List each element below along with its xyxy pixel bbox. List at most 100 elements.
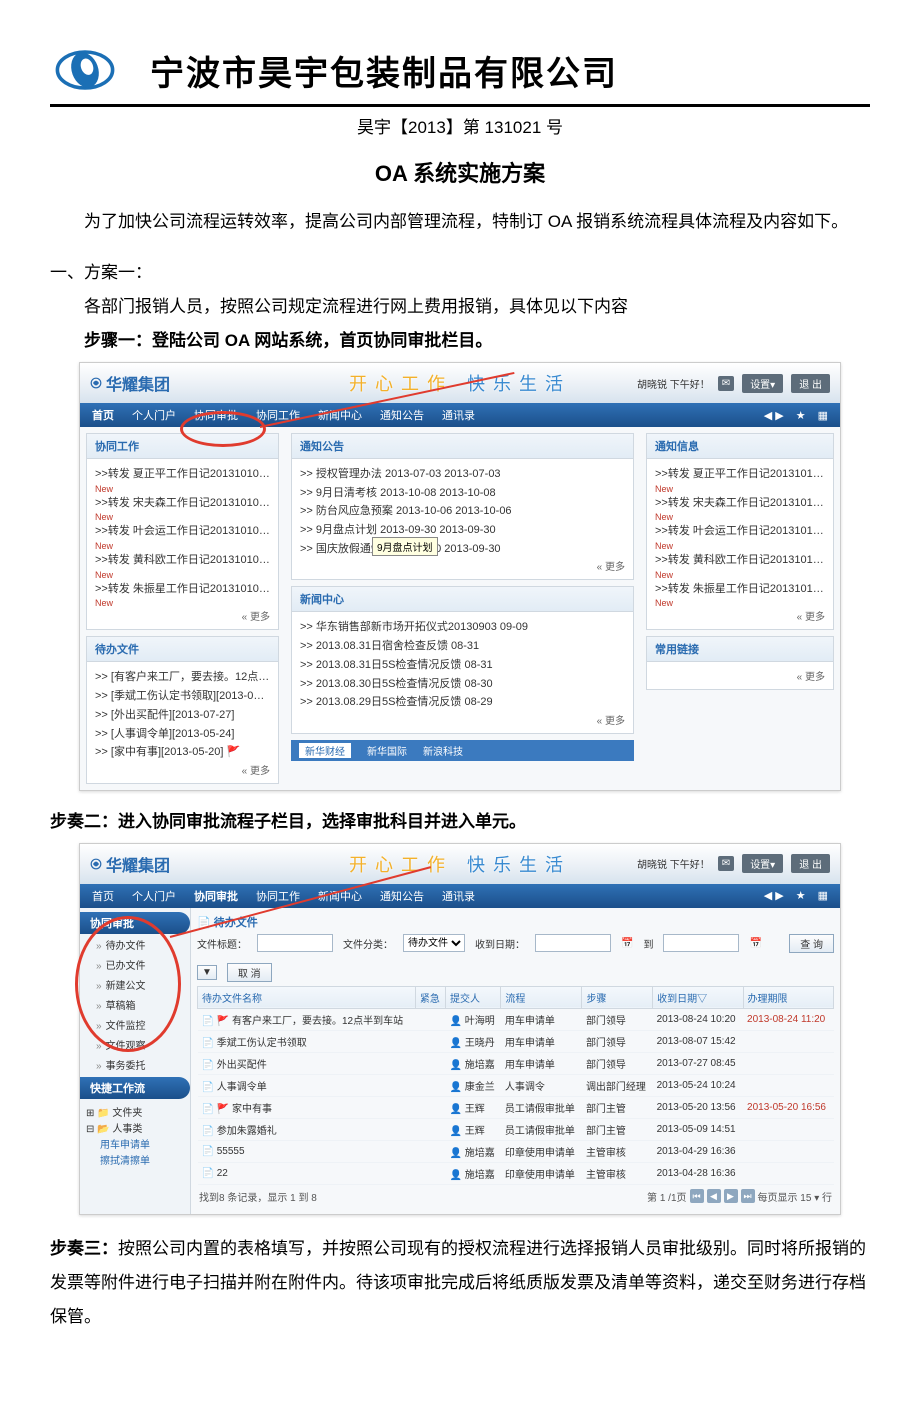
screenshot-2: 华耀集团 开心工作 快乐生活 胡晓锐 下午好！ ✉ 设置▾ 退 出 首页 个人门… — [79, 843, 841, 1215]
todo-table: 待办文件名称 紧急 提交人 流程 步骤 收到日期▽ 办理期限 📄 🚩 有客户来工… — [197, 986, 834, 1185]
panel-msg-title: 通知信息 — [647, 434, 833, 459]
list-item[interactable]: >> 2013.08.31日5S检查情况反馈 08-31 — [300, 656, 625, 675]
table-row[interactable]: 📄 季斌工伤认定书领取👤 王晓丹用车申请单部门领导2013-08-07 15:4… — [198, 1030, 834, 1052]
pager-last[interactable]: ⏭ — [741, 1189, 755, 1203]
list-item[interactable]: >> 防台风应急预案 2013-10-06 2013-10-06 — [300, 502, 625, 521]
list-item[interactable]: >>转发 叶会运工作日记20131010 2013-10-11 — [95, 522, 270, 541]
table-row[interactable]: 📄 参加朱露婚礼👤 王辉员工请假审批单部门主管2013-05-09 14:51 — [198, 1118, 834, 1140]
list-item[interactable]: >>转发 黄科欧工作日记20131010,请查阅,来自[协同工作] — [655, 551, 825, 570]
nav-home[interactable]: 首页 — [92, 407, 114, 423]
list-item[interactable]: >> [外出买配件][2013-07-27] — [95, 706, 270, 725]
message-icon[interactable]: ✉ — [718, 856, 734, 871]
col-submitter[interactable]: 提交人 — [446, 986, 501, 1008]
table-row[interactable]: 📄 22👤 施培嘉印章使用申请单主管审核2013-04-28 16:36 — [198, 1162, 834, 1184]
more-link[interactable]: « 更多 — [95, 762, 270, 777]
more-link[interactable]: « 更多 — [655, 668, 825, 683]
message-icon[interactable]: ✉ — [718, 376, 734, 391]
col-step[interactable]: 步骤 — [582, 986, 653, 1008]
calendar-icon[interactable]: 📅 — [621, 938, 633, 949]
table-row[interactable]: 📄 人事调令单👤 康金兰人事调令调出部门经理2013-05-24 10:24 — [198, 1074, 834, 1096]
nav-home[interactable]: 首页 — [92, 888, 114, 904]
nav-personal[interactable]: 个人门户 — [132, 888, 176, 904]
pager: 第 1 /1页 ⏮ ◀ ▶ ⏭ 每页显示 15 ▾ 行 — [647, 1189, 832, 1204]
tree-file[interactable]: 用车申请单 — [86, 1138, 184, 1154]
list-item[interactable]: >>转发 夏正平工作日记20131010 2013-10-11 — [95, 465, 270, 484]
nav-star-icon[interactable]: ★ — [796, 409, 806, 422]
tree-file[interactable]: 擦拭清擦单 — [86, 1154, 184, 1170]
news-tab[interactable]: 新华财经 — [299, 743, 351, 758]
exit-button[interactable]: 退 出 — [791, 374, 830, 393]
table-row[interactable]: 📄 55555👤 施培嘉印章使用申请单主管审核2013-04-29 16:36 — [198, 1140, 834, 1162]
exit-button[interactable]: 退 出 — [791, 854, 830, 873]
list-item[interactable]: >> [有客户来工厂，要去接。12点半到车站][2013-08-24] — [95, 668, 270, 687]
list-item[interactable]: >>转发 朱振星工作日记20131010 2013-10-11 — [95, 580, 270, 599]
nav-notice[interactable]: 通知公告 — [380, 888, 424, 904]
tree-folder[interactable]: ⊞ 📁 文件夹 — [86, 1106, 184, 1122]
step3-text: 步奏三：按照公司内置的表格填写，并按照公司现有的授权流程进行选择报销人员审批级别… — [50, 1232, 870, 1334]
nav-work[interactable]: 协同工作 — [256, 888, 300, 904]
pager-prev[interactable]: ◀ — [707, 1189, 721, 1203]
col-flow[interactable]: 流程 — [501, 986, 582, 1008]
sidebar-item[interactable]: 事务委托 — [80, 1057, 190, 1077]
panel-todo-title: 待办文件 — [87, 637, 278, 662]
list-item[interactable]: >>转发 宋夫森工作日记20131010,请查阅,来自[协同工作] — [655, 494, 825, 513]
more-link[interactable]: « 更多 — [95, 608, 270, 623]
calendar-icon[interactable]: 📅 — [749, 938, 761, 949]
user-greeting: 胡晓锐 下午好！ — [637, 376, 710, 391]
list-item[interactable]: >> [人事调令单][2013-05-24] — [95, 725, 270, 744]
dropdown-button[interactable]: ▼ — [197, 965, 217, 980]
tree-folder[interactable]: ⊟ 📂 人事类 — [86, 1122, 184, 1138]
app-logo: 华耀集团 — [90, 371, 170, 395]
list-item[interactable]: >> 9月日清考核 2013-10-08 2013-10-08 — [300, 484, 625, 503]
list-item[interactable]: >> 2013.08.29日5S检查情况反馈 08-29 — [300, 693, 625, 712]
nav-grid-icon[interactable]: ▦ — [818, 409, 828, 422]
list-item[interactable]: >>转发 叶会运工作日记20131010,请查阅,来自[协同工作] — [655, 522, 825, 541]
list-item[interactable]: >>转发 宋夫森工作日记20131010 2013-10-11 — [95, 494, 270, 513]
nav-notice[interactable]: 通知公告 — [380, 407, 424, 423]
more-link[interactable]: « 更多 — [300, 712, 625, 727]
nav-contacts[interactable]: 通讯录 — [442, 407, 475, 423]
col-name[interactable]: 待办文件名称 — [198, 986, 416, 1008]
filter-date-to[interactable] — [663, 934, 739, 952]
list-item[interactable]: >> [家中有事][2013-05-20] 🚩 — [95, 743, 270, 762]
list-item[interactable]: >> 国庆放假通知 2013-09-30 2013-09-30 — [300, 540, 625, 559]
news-tab[interactable]: 新浪科技 — [423, 743, 463, 758]
pager-next[interactable]: ▶ — [724, 1189, 738, 1203]
cancel-button[interactable]: 取 消 — [227, 963, 272, 982]
filter-recv-label: 收到日期： — [475, 936, 525, 951]
filter-type-label: 文件分类： — [343, 936, 393, 951]
nav-personal[interactable]: 个人门户 — [132, 407, 176, 423]
col-recv[interactable]: 收到日期▽ — [653, 986, 743, 1008]
nav-arrows[interactable]: ◀ ▶ — [764, 409, 784, 422]
settings-button[interactable]: 设置▾ — [742, 854, 783, 873]
table-row[interactable]: 📄 🚩 有客户来工厂，要去接。12点半到车站👤 叶海明用车申请单部门领导2013… — [198, 1008, 834, 1030]
table-row[interactable]: 📄 外出买配件👤 施培嘉用车申请单部门领导2013-07-27 08:45 — [198, 1052, 834, 1074]
list-item[interactable]: >> 9月盘点计划 2013-09-30 2013-09-30 — [300, 521, 625, 540]
table-row[interactable]: 📄 🚩 家中有事👤 王辉员工请假审批单部门主管2013-05-20 13:562… — [198, 1096, 834, 1118]
filter-type-select[interactable]: 待办文件 — [403, 934, 465, 952]
list-item[interactable]: >> 2013.08.31日宿舍检查反馈 08-31 — [300, 637, 625, 656]
list-item[interactable]: >> 授权管理办法 2013-07-03 2013-07-03 — [300, 465, 625, 484]
list-item[interactable]: >> 华东销售部新市场开拓仪式20130903 09-09 — [300, 618, 625, 637]
query-button[interactable]: 查 询 — [789, 934, 834, 953]
more-link[interactable]: « 更多 — [655, 608, 825, 623]
filter-title-input[interactable] — [257, 934, 333, 952]
news-tab[interactable]: 新华国际 — [367, 743, 407, 758]
pager-first[interactable]: ⏮ — [690, 1189, 704, 1203]
col-due[interactable]: 办理期限 — [743, 986, 833, 1008]
record-count: 找到8 条记录，显示 1 到 8 — [199, 1189, 317, 1204]
list-item[interactable]: >>转发 夏正平工作日记20131010,请查阅,来自[协同工作] — [655, 465, 825, 484]
settings-button[interactable]: 设置▾ — [742, 374, 783, 393]
filter-date-from[interactable] — [535, 934, 611, 952]
nav-contacts[interactable]: 通讯录 — [442, 888, 475, 904]
more-link[interactable]: « 更多 — [300, 558, 625, 573]
list-item[interactable]: >> 2013.08.30日5S检查情况反馈 08-30 — [300, 675, 625, 694]
panel-notice: 通知公告 >> 授权管理办法 2013-07-03 2013-07-03 >> … — [291, 433, 634, 580]
list-item[interactable]: >>转发 黄科欧工作日记20131010 2013-10-11 — [95, 551, 270, 570]
list-item[interactable]: >> [季斌工伤认定书领取][2013-08-07] — [95, 687, 270, 706]
nav-approval[interactable]: 协同审批 — [194, 888, 238, 904]
doc-header: 宁波市昊宇包装制品有限公司 — [50, 40, 870, 107]
panel-newscenter: 新闻中心 >> 华东销售部新市场开拓仪式20130903 09-09 >> 20… — [291, 586, 634, 733]
list-item[interactable]: >>转发 朱振星工作日记20131010,请查阅,来自[协同工作] — [655, 580, 825, 599]
col-urgent[interactable]: 紧急 — [415, 986, 445, 1008]
